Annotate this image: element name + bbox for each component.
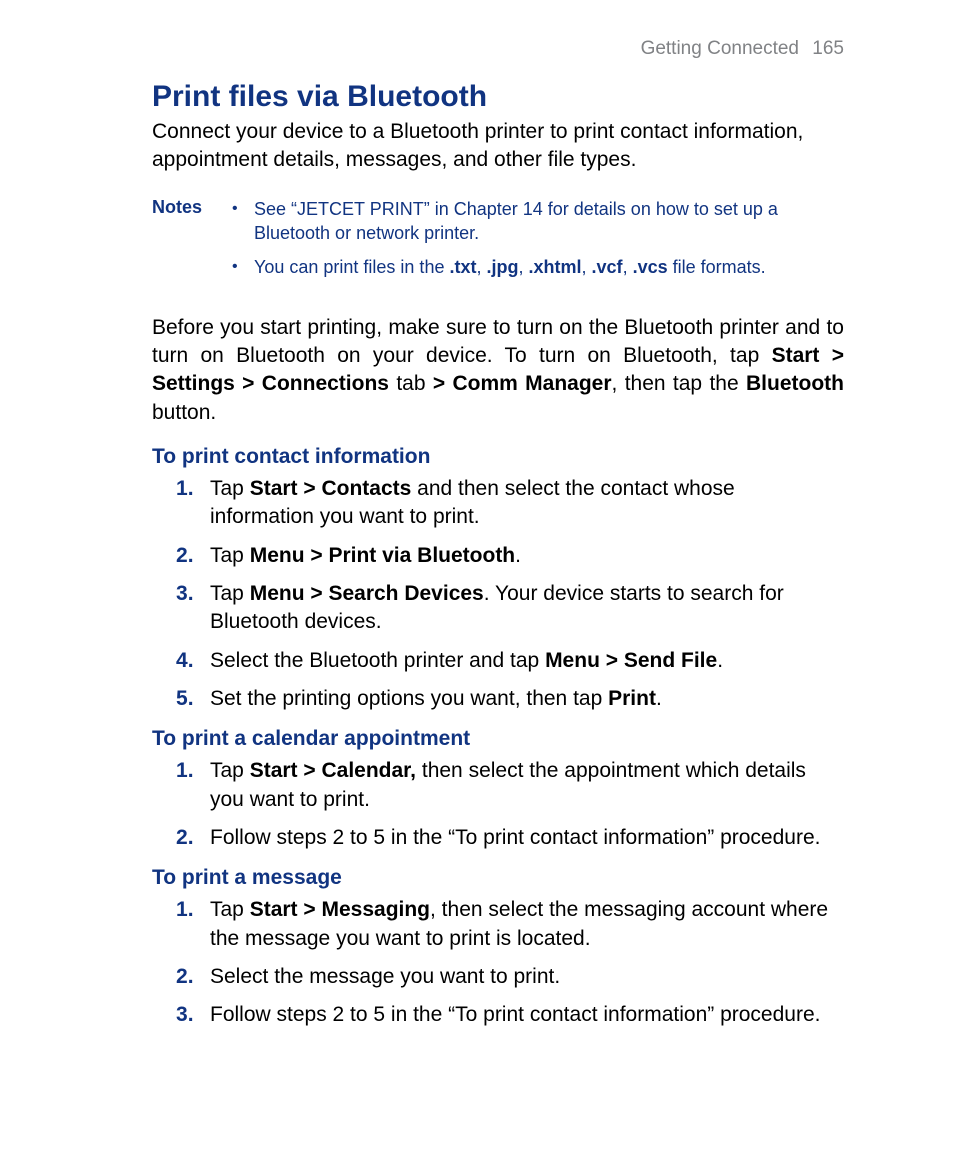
page-number: 165 [812,38,844,59]
notes-block: Notes •See “JETCET PRINT” in Chapter 14 … [152,197,844,290]
section-heading: To print contact information [152,445,844,469]
step-list: Tap Start > Calendar, then select the ap… [152,757,844,852]
step-list: Tap Start > Contacts and then select the… [152,475,844,713]
body-paragraph: Before you start printing, make sure to … [152,314,844,427]
note-text: You can print files in the .txt, .jpg, .… [254,255,844,279]
notes-label: Notes [152,197,232,290]
note-text: See “JETCET PRINT” in Chapter 14 for det… [254,197,844,246]
step-item: Tap Menu > Print via Bluetooth. [152,542,844,570]
step-item: Tap Start > Calendar, then select the ap… [152,757,844,814]
step-item: Follow steps 2 to 5 in the “To print con… [152,1001,844,1029]
page-title: Print files via Bluetooth [152,80,844,114]
section-heading: To print a calendar appointment [152,727,844,751]
bullet-icon: • [232,197,254,246]
sections: To print contact information Tap Start > … [152,445,844,1030]
step-item: Select the Bluetooth printer and tap Men… [152,647,844,675]
section-heading: To print a message [152,866,844,890]
lead-paragraph: Connect your device to a Bluetooth print… [152,118,844,175]
chapter-name: Getting Connected [641,38,799,59]
running-header: Getting Connected 165 [152,38,844,60]
step-item: Tap Menu > Search Devices. Your device s… [152,580,844,637]
note-item: •You can print files in the .txt, .jpg, … [232,255,844,279]
bullet-icon: • [232,255,254,279]
notes-list: •See “JETCET PRINT” in Chapter 14 for de… [232,197,844,290]
step-item: Tap Start > Contacts and then select the… [152,475,844,532]
step-item: Select the message you want to print. [152,963,844,991]
note-item: •See “JETCET PRINT” in Chapter 14 for de… [232,197,844,246]
step-list: Tap Start > Messaging, then select the m… [152,896,844,1029]
step-item: Set the printing options you want, then … [152,685,844,713]
step-item: Tap Start > Messaging, then select the m… [152,896,844,953]
step-item: Follow steps 2 to 5 in the “To print con… [152,824,844,852]
page: Getting Connected 165 Print files via Bl… [0,0,954,1102]
